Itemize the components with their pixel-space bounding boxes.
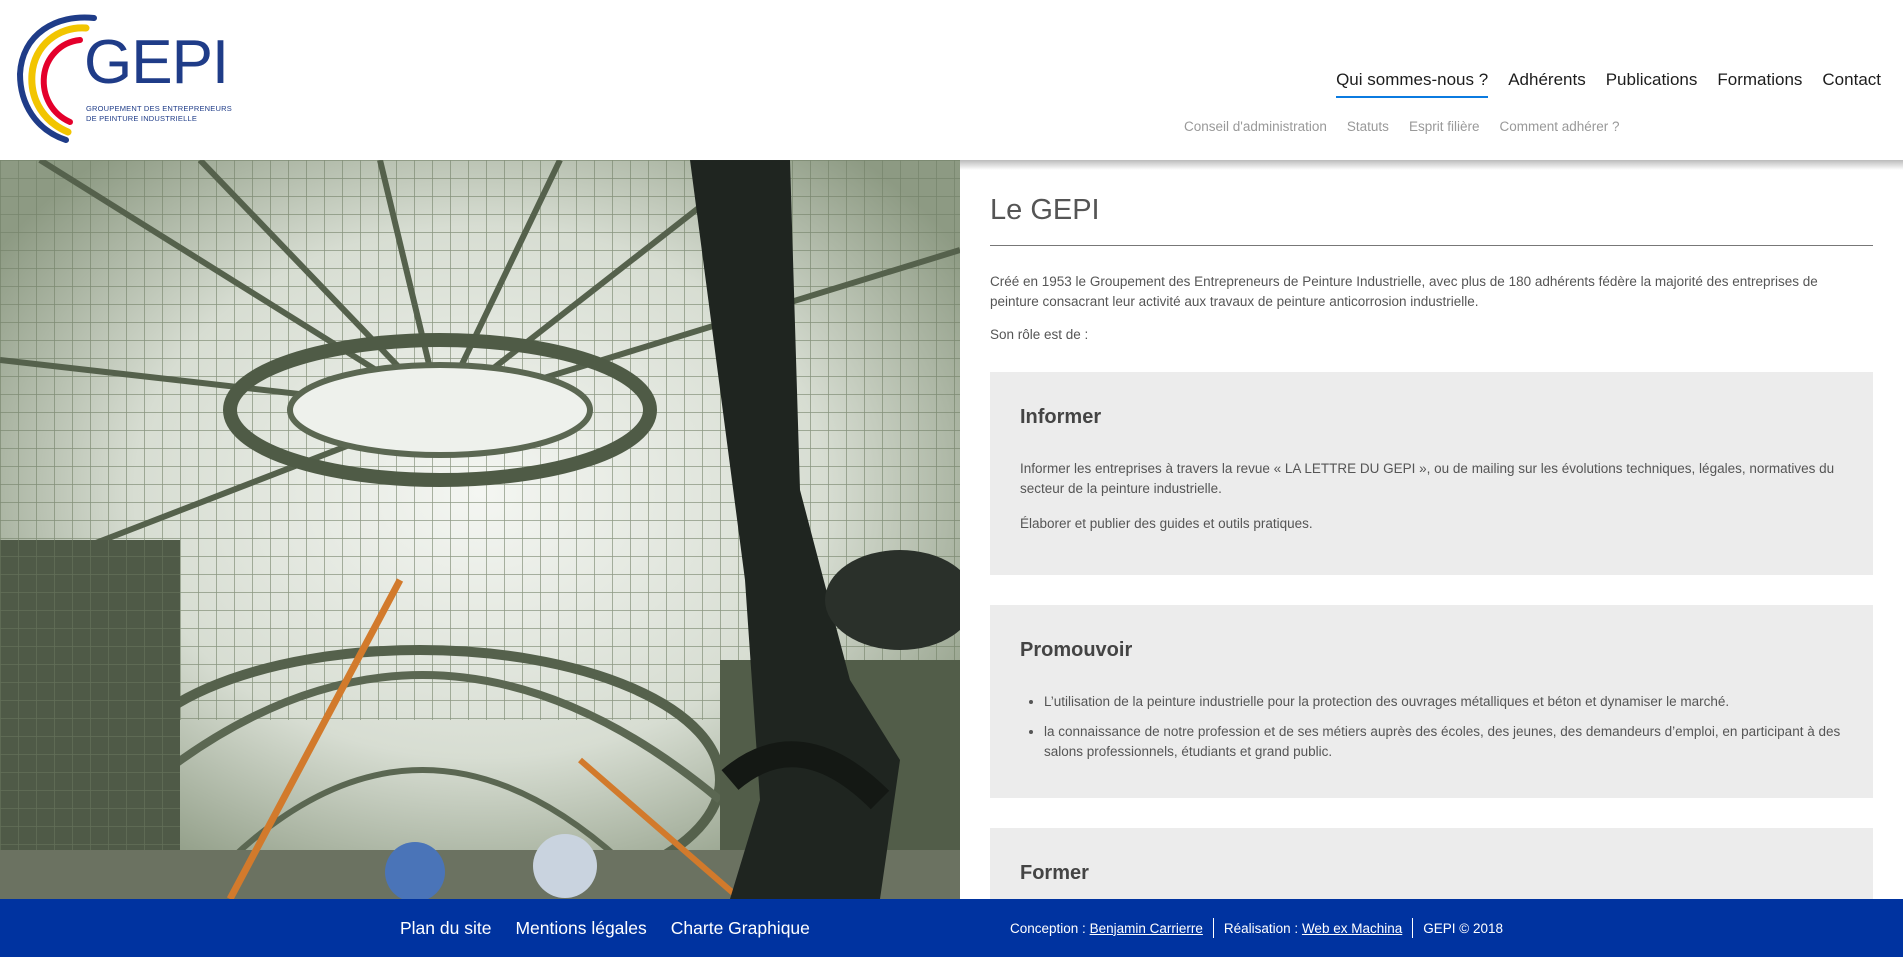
hero-image-glass-dome [0,160,960,899]
subnav-item-comment-adherer[interactable]: Comment adhérer ? [1499,119,1619,134]
sub-navigation: Conseil d'administration Statuts Esprit … [1184,119,1620,134]
logo-word: GEPI [84,28,229,97]
footer-link-mentions-legales[interactable]: Mentions légales [515,918,646,939]
subnav-item-statuts[interactable]: Statuts [1347,119,1389,134]
dome-illustration [0,160,960,899]
conception-label: Conception : [1010,920,1086,936]
nav-item-publications[interactable]: Publications [1606,70,1698,98]
list-item: la connaissance de notre profession et d… [1044,722,1843,762]
main-navigation: Qui sommes-nous ? Adhérents Publications… [1336,70,1881,98]
card-promouvoir: Promouvoir L’utilisation de la peinture … [990,605,1873,798]
main-content: Le GEPI Créé en 1953 le Groupement des E… [990,160,1873,899]
credits-divider [1412,918,1414,938]
credits-divider [1212,918,1214,938]
nav-item-qui-sommes-nous[interactable]: Qui sommes-nous ? [1336,70,1489,98]
card-former: Former [990,828,1873,899]
realisation-label: Réalisation : [1223,920,1299,936]
intro-text: Créé en 1953 le Groupement des Entrepren… [990,274,1818,309]
site-footer: Plan du site Mentions légales Charte Gra… [0,899,1903,957]
card-paragraph: Élaborer et publier des guides et outils… [1020,516,1313,531]
conception-link[interactable]: Benjamin Carrierre [1090,921,1203,936]
gepi-logo[interactable]: GEPI GROUPEMENT DES ENTREPRENEURS DE PEI… [16,12,232,144]
realisation-link[interactable]: Web ex Machina [1302,921,1402,936]
card-title: Informer [1020,406,1102,428]
nav-item-formations[interactable]: Formations [1717,70,1802,98]
nav-item-adherents[interactable]: Adhérents [1508,70,1586,98]
logo-tagline-line1: GROUPEMENT DES ENTREPRENEURS [86,104,232,113]
footer-link-plan-du-site[interactable]: Plan du site [400,918,491,939]
page-title: Le GEPI [990,194,1873,246]
list-item: L’utilisation de la peinture industriell… [1044,692,1843,712]
card-informer: Informer Informer les entreprises à trav… [990,372,1873,575]
footer-credits: Conception : Benjamin Carrierre Réalisat… [1010,899,1503,957]
card-title: Promouvoir [1020,639,1133,661]
card-bullet-list: L’utilisation de la peinture industriell… [1044,692,1843,762]
copyright-text: GEPI © 2018 [1423,920,1503,936]
site-header: GEPI GROUPEMENT DES ENTREPRENEURS DE PEI… [0,0,1903,160]
logo-tagline-line2: DE PEINTURE INDUSTRIELLE [86,114,198,123]
role-text: Son rôle est de : [990,327,1089,342]
card-title: Former [1020,862,1089,884]
subnav-item-conseil[interactable]: Conseil d'administration [1184,119,1327,134]
subnav-item-esprit-filiere[interactable]: Esprit filière [1409,119,1480,134]
footer-links: Plan du site Mentions légales Charte Gra… [400,899,810,957]
card-paragraph: Informer les entreprises à travers la re… [1020,461,1835,496]
footer-link-charte-graphique[interactable]: Charte Graphique [671,918,810,939]
logo-wordmark: GEPI [84,28,229,97]
nav-item-contact[interactable]: Contact [1822,70,1881,98]
